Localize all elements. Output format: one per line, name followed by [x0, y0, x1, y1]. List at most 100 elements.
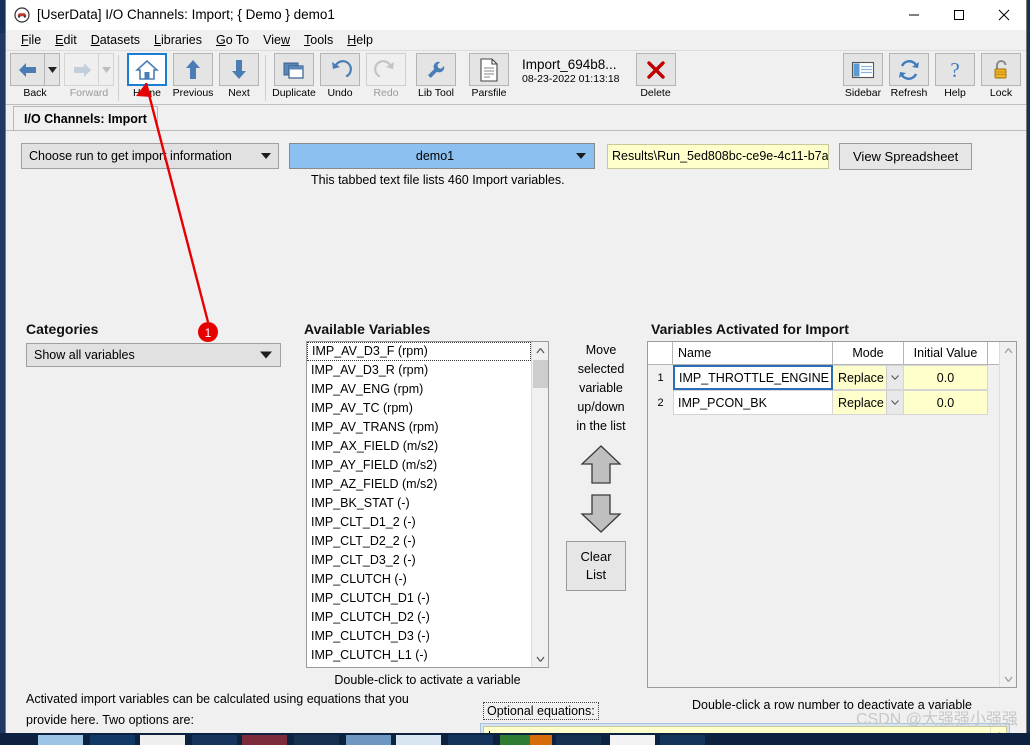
cell-initial-value[interactable]: 0.0 [904, 365, 988, 390]
taskbar-item[interactable] [140, 735, 185, 745]
available-variable-item[interactable]: IMP_AV_TRANS (rpm) [307, 418, 531, 437]
taskbar-item[interactable] [346, 735, 391, 745]
down-arrow-icon[interactable] [219, 53, 259, 86]
taskbar-item[interactable] [242, 735, 287, 745]
available-variable-item[interactable]: IMP_AV_TC (rpm) [307, 399, 531, 418]
scroll-down-icon[interactable] [532, 650, 548, 667]
available-variable-item[interactable]: IMP_AV_ENG (rpm) [307, 380, 531, 399]
toolbar-sidebar-button[interactable]: Sidebar [841, 53, 885, 103]
cell-initial-value[interactable]: 0.0 [904, 390, 988, 415]
taskbar-item[interactable] [294, 735, 339, 745]
menu-goto[interactable]: Go To [209, 31, 256, 49]
toolbar-previous-button[interactable]: Previous [171, 53, 215, 103]
view-spreadsheet-button[interactable]: View Spreadsheet [839, 142, 973, 170]
available-variable-item[interactable]: IMP_AV_D3_R (rpm) [307, 361, 531, 380]
results-path-field[interactable]: Results\Run_5ed808bc-ce9e-4c11-b7a [607, 143, 829, 169]
activated-variables-scrollbar[interactable] [999, 342, 1016, 687]
taskbar-item[interactable] [192, 735, 237, 745]
move-down-button[interactable] [562, 490, 640, 536]
menu-view[interactable]: View [256, 31, 297, 49]
toolbar-lock-button[interactable]: Lock [979, 53, 1023, 103]
cell-variable-name[interactable]: IMP_THROTTLE_ENGINE [673, 365, 833, 390]
available-variables-list[interactable]: IMP_AV_D3_F (rpm) IMP_AV_D3_R (rpm) IMP_AV… [306, 341, 549, 668]
menu-datasets[interactable]: Datasets [84, 31, 147, 49]
available-variable-item[interactable]: IMP_AY_FIELD (m/s2) [307, 456, 531, 475]
toolbar-duplicate-button[interactable]: Duplicate [272, 53, 316, 103]
home-icon[interactable] [127, 53, 167, 86]
padlock-icon[interactable] [981, 53, 1021, 86]
red-x-icon[interactable] [635, 53, 676, 86]
minimize-button[interactable] [891, 0, 936, 30]
taskbar-item[interactable] [610, 735, 655, 745]
cell-mode-dropdown[interactable]: Replace [833, 390, 904, 415]
wrench-icon[interactable] [416, 53, 456, 86]
duplicate-icon[interactable] [274, 53, 314, 86]
scroll-down-icon[interactable] [1000, 670, 1016, 687]
question-mark-icon[interactable]: ? [935, 53, 975, 86]
activated-table-row[interactable]: 2 IMP_PCON_BK Replace 0.0 [648, 390, 999, 415]
taskbar-item[interactable] [556, 735, 601, 745]
cell-mode-dropdown[interactable]: Replace [833, 365, 904, 390]
clear-list-button[interactable]: Clear List [566, 541, 626, 591]
undo-icon[interactable] [320, 53, 360, 86]
up-arrow-icon[interactable] [173, 53, 213, 86]
menu-edit[interactable]: Edit [48, 31, 84, 49]
toolbar-help-button[interactable]: ? Help [933, 53, 977, 103]
move-up-button[interactable] [562, 442, 640, 488]
available-variables-scrollbar[interactable] [531, 342, 548, 667]
document-icon[interactable] [469, 53, 509, 86]
available-variable-item[interactable]: IMP_BK_STAT (-) [307, 494, 531, 513]
taskbar-item[interactable] [38, 735, 83, 745]
available-variable-item[interactable]: IMP_CLUTCH (-) [307, 570, 531, 589]
taskbar-item[interactable] [530, 735, 552, 745]
close-button[interactable] [981, 0, 1026, 30]
back-dropdown-icon[interactable] [44, 53, 60, 86]
menu-file[interactable]: File [14, 31, 48, 49]
toolbar-home-button[interactable]: Home [125, 53, 169, 103]
scroll-up-icon[interactable] [1000, 342, 1016, 359]
available-variable-item[interactable]: IMP_CLUTCH_D1 (-) [307, 589, 531, 608]
menu-libraries[interactable]: Libraries [147, 31, 209, 49]
available-variable-item[interactable]: IMP_AX_FIELD (m/s2) [307, 437, 531, 456]
dataset-dropdown[interactable]: demo1 [289, 143, 595, 169]
menu-help[interactable]: Help [340, 31, 380, 49]
taskbar-item[interactable] [448, 735, 493, 745]
taskbar-item[interactable] [660, 735, 705, 745]
choose-run-dropdown[interactable]: Choose run to get import information [21, 143, 279, 169]
available-variable-item[interactable]: IMP_CLT_D2_2 (-) [307, 532, 531, 551]
available-variable-item[interactable]: IMP_CLT_D3_2 (-) [307, 551, 531, 570]
cell-variable-name[interactable]: IMP_PCON_BK [673, 390, 833, 415]
available-variable-item[interactable]: IMP_CLUTCH_L1 (-) [307, 646, 531, 665]
toolbar-back-button[interactable]: Back [10, 53, 60, 99]
maximize-button[interactable] [936, 0, 981, 30]
sidebar-icon[interactable] [843, 53, 883, 86]
available-variable-item[interactable]: IMP_CLUTCH_D3 (-) [307, 627, 531, 646]
tab-io-channels-import[interactable]: I/O Channels: Import [13, 106, 158, 131]
available-variable-item[interactable]: IMP_CLT_D1_2 (-) [307, 513, 531, 532]
toolbar-undo-button[interactable]: Undo [318, 53, 362, 103]
row-number[interactable]: 2 [648, 390, 673, 415]
toolbar-forward-button[interactable]: Forward [64, 53, 114, 99]
toolbar-refresh-button[interactable]: Refresh [887, 53, 931, 103]
chevron-down-icon[interactable] [886, 391, 903, 414]
menu-tools[interactable]: Tools [297, 31, 340, 49]
activated-variables-panel[interactable]: Name Mode Initial Value 1 IMP_THROTTLE_EN… [647, 341, 1017, 688]
scrollbar-thumb[interactable] [533, 360, 548, 388]
scroll-up-icon[interactable] [532, 342, 548, 359]
toolbar-next-button[interactable]: Next [217, 53, 261, 103]
categories-dropdown[interactable]: Show all variables [26, 343, 281, 367]
application-window: [UserData] I/O Channels: Import; { Demo … [5, 0, 1027, 745]
refresh-icon[interactable] [889, 53, 929, 86]
toolbar-delete-button[interactable]: Delete [634, 53, 678, 103]
activated-table-row[interactable]: 1 IMP_THROTTLE_ENGINE Replace 0.0 [648, 365, 999, 390]
taskbar-item[interactable] [396, 735, 441, 745]
available-variable-item[interactable]: IMP_CLUTCH_D2 (-) [307, 608, 531, 627]
chevron-down-icon[interactable] [886, 366, 903, 389]
toolbar-parsfile-button[interactable]: Parsfile [464, 53, 514, 103]
row-number[interactable]: 1 [648, 365, 673, 390]
taskbar-item[interactable] [90, 735, 135, 745]
back-arrow-icon[interactable] [10, 53, 44, 86]
available-variable-item[interactable]: IMP_AV_D3_F (rpm) [307, 342, 531, 361]
toolbar-libtool-button[interactable]: Lib Tool [410, 53, 462, 103]
available-variable-item[interactable]: IMP_AZ_FIELD (m/s2) [307, 475, 531, 494]
